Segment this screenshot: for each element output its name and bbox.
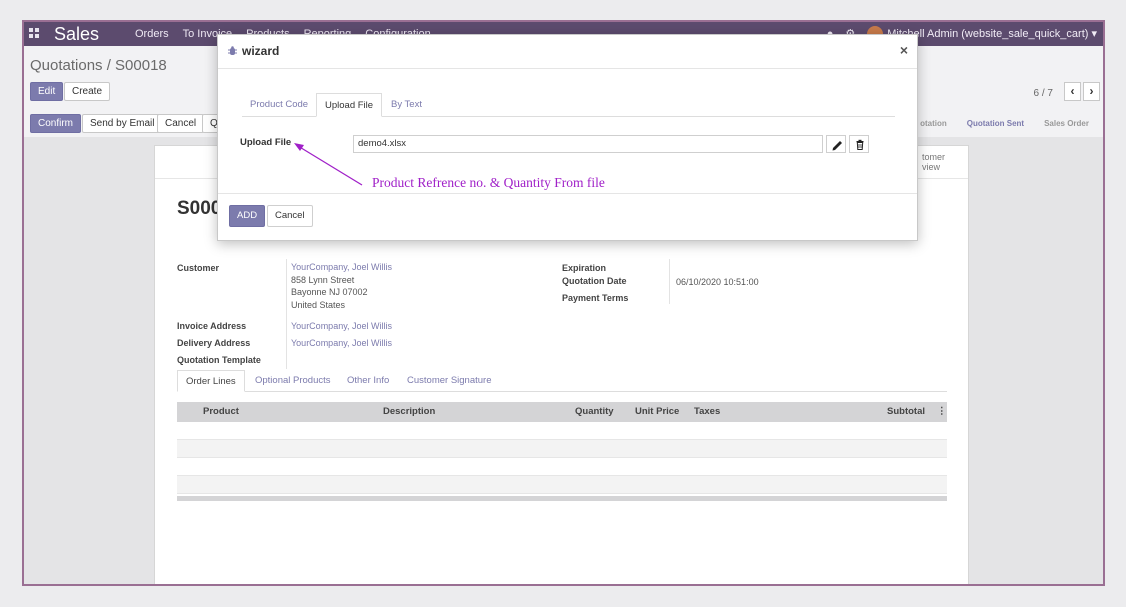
send-by-email-button[interactable]: Send by Email bbox=[82, 114, 163, 133]
quotation-template-label: Quotation Template bbox=[177, 355, 261, 365]
customer-city: Bayonne NJ 07002 bbox=[291, 287, 368, 297]
column-taxes[interactable]: Taxes bbox=[694, 406, 720, 417]
order-title: S000 bbox=[177, 198, 222, 219]
preview-line-2: view bbox=[922, 162, 941, 172]
customer-street: 858 Lynn Street bbox=[291, 274, 355, 285]
quotation-date-label: Quotation Date bbox=[562, 276, 627, 286]
field-divider bbox=[286, 259, 287, 369]
invoice-address-label: Invoice Address bbox=[177, 321, 247, 331]
delivery-address-label: Delivery Address bbox=[177, 338, 251, 348]
invoice-address-value[interactable]: YourCompany, Joel Willis bbox=[291, 320, 392, 333]
delivery-address-value[interactable]: YourCompany, Joel Willis bbox=[291, 337, 392, 350]
form-notebook: Order Lines Optional Products Other Info… bbox=[177, 370, 947, 392]
customer-address[interactable]: YourCompany, Joel Willis 858 Lynn Street… bbox=[291, 261, 392, 311]
dialog-footer bbox=[218, 193, 917, 242]
status-step-sales-order[interactable]: Sales Order bbox=[1034, 114, 1099, 134]
annotation-note: Product Refrence no. & Quantity From fil… bbox=[372, 175, 605, 190]
customer-name[interactable]: YourCompany, Joel Willis bbox=[291, 262, 392, 272]
chevron-left-icon[interactable]: ‹ bbox=[1064, 82, 1081, 101]
customer-country: United States bbox=[291, 299, 346, 310]
status-bar: otation Quotation Sent Sales Order bbox=[910, 114, 1099, 134]
wizard-dialog: wizard × Product Code Upload File By Tex… bbox=[217, 34, 918, 241]
edit-button[interactable]: Edit bbox=[30, 82, 64, 101]
add-button[interactable]: ADD bbox=[229, 205, 266, 227]
column-options-icon[interactable]: ⋮ bbox=[937, 406, 947, 417]
preview-line-1: tomer bbox=[922, 152, 946, 162]
tab-optional-products[interactable]: Optional Products bbox=[247, 370, 339, 392]
field-divider bbox=[669, 259, 670, 304]
table-row[interactable] bbox=[177, 476, 947, 494]
app-window: Sales Orders To Invoice Products Reporti… bbox=[22, 20, 1105, 586]
expiration-label: Expiration bbox=[562, 263, 607, 273]
column-unit-price[interactable]: Unit Price bbox=[635, 406, 679, 417]
chevron-right-icon[interactable]: › bbox=[1083, 82, 1100, 101]
column-description[interactable]: Description bbox=[383, 406, 435, 417]
column-subtotal[interactable]: Subtotal bbox=[887, 406, 925, 417]
table-row[interactable] bbox=[177, 440, 947, 458]
column-quantity[interactable]: Quantity bbox=[575, 406, 614, 417]
pager-value[interactable]: 6 / 7 bbox=[1034, 88, 1053, 99]
order-lines-header: Product Description Quantity Unit Price … bbox=[177, 402, 947, 422]
table-row[interactable] bbox=[177, 458, 947, 476]
cancel-order-button[interactable]: Cancel bbox=[157, 114, 205, 133]
tab-other-info[interactable]: Other Info bbox=[339, 370, 397, 392]
quotation-date-value[interactable]: 06/10/2020 10:51:00 bbox=[676, 276, 759, 289]
customer-label: Customer bbox=[177, 263, 220, 273]
column-product[interactable]: Product bbox=[203, 406, 239, 417]
cancel-button[interactable]: Cancel bbox=[267, 205, 313, 227]
create-button[interactable]: Create bbox=[64, 82, 111, 101]
status-step-quotation-sent[interactable]: Quotation Sent bbox=[957, 114, 1034, 134]
tab-customer-signature[interactable]: Customer Signature bbox=[399, 370, 499, 392]
order-lines-footer bbox=[177, 496, 947, 501]
menu-orders[interactable]: Orders bbox=[135, 22, 169, 46]
apps-menu-icon[interactable] bbox=[29, 28, 39, 38]
table-row[interactable] bbox=[177, 422, 947, 440]
confirm-button[interactable]: Confirm bbox=[30, 114, 82, 133]
customer-preview-button[interactable]: tomer view bbox=[913, 146, 968, 179]
tab-order-lines[interactable]: Order Lines bbox=[177, 370, 245, 392]
payment-terms-label: Payment Terms bbox=[562, 293, 629, 303]
breadcrumb[interactable]: Quotations / S00018 bbox=[30, 57, 167, 74]
app-brand[interactable]: Sales bbox=[54, 22, 99, 46]
